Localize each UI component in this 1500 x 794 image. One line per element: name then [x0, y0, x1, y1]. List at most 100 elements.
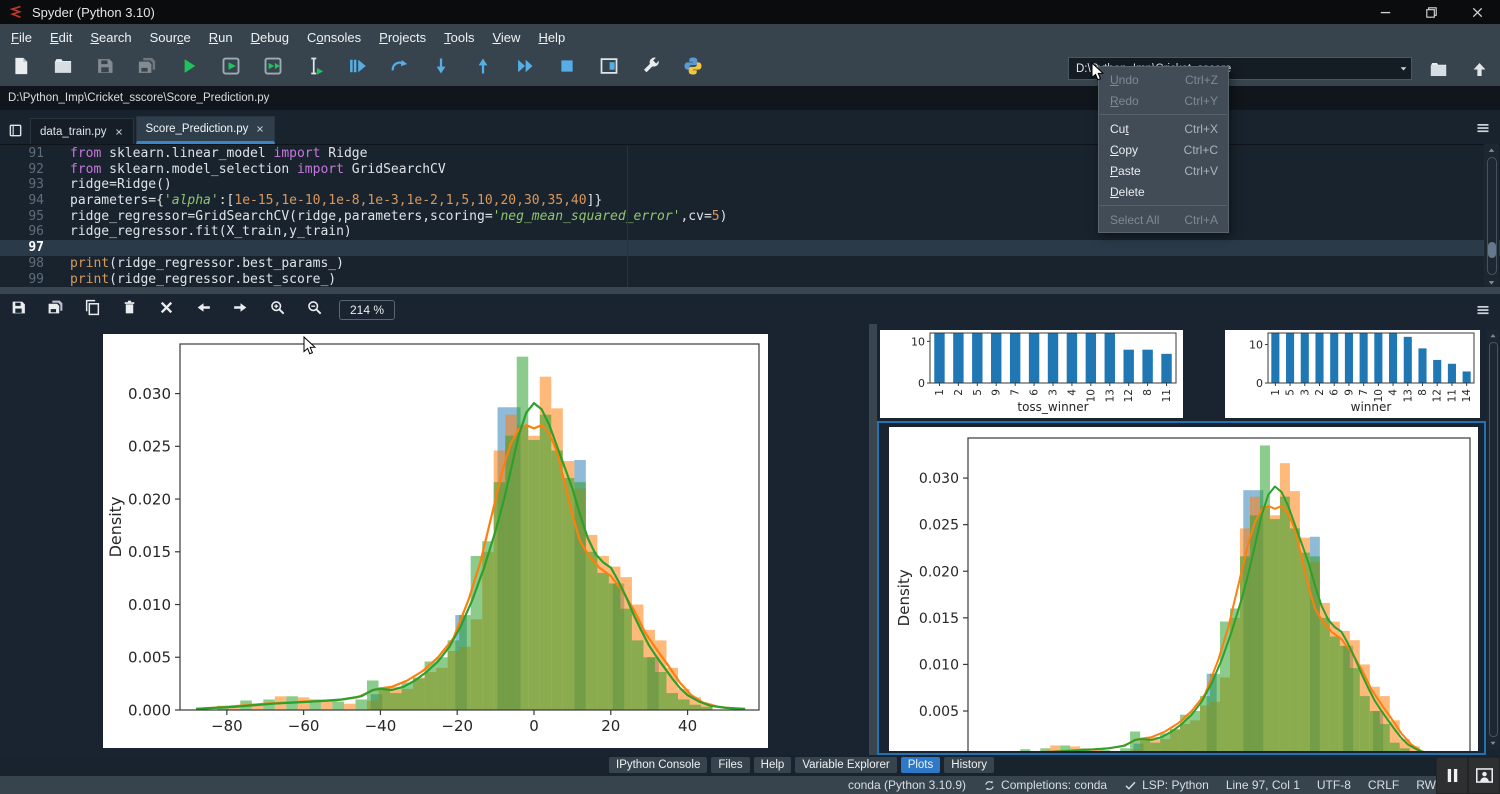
- scroll-up-icon[interactable]: [1487, 331, 1499, 341]
- context-menu-item-copy[interactable]: CopyCtrl+C: [1099, 139, 1228, 160]
- menu-run[interactable]: Run: [200, 26, 242, 49]
- zoom-in-button[interactable]: [259, 297, 296, 323]
- context-menu-item-undo[interactable]: UndoCtrl+Z: [1099, 69, 1228, 90]
- save-plot-button[interactable]: [0, 297, 37, 323]
- stop-button[interactable]: [546, 52, 588, 84]
- run-cell-advance-button[interactable]: [252, 52, 294, 84]
- line-number: 97: [0, 240, 58, 256]
- close-icon[interactable]: [255, 124, 265, 134]
- go-to-parent-directory-button[interactable]: [1465, 56, 1493, 82]
- code-line-92[interactable]: 92from sklearn.model_selection import Gr…: [0, 162, 1500, 178]
- code-line-97[interactable]: 97: [0, 240, 1500, 256]
- svg-text:winner: winner: [1351, 400, 1392, 414]
- bottom-tab-history[interactable]: History: [944, 757, 994, 773]
- code-editor[interactable]: 91from sklearn.linear_model import Ridge…: [0, 146, 1500, 287]
- context-menu-item-redo[interactable]: RedoCtrl+Y: [1099, 90, 1228, 111]
- code-line-91[interactable]: 91from sklearn.linear_model import Ridge: [0, 146, 1500, 162]
- menu-help[interactable]: Help: [529, 26, 574, 49]
- svg-text:0: 0: [529, 717, 539, 735]
- scrollbar-thumb[interactable]: [1488, 242, 1496, 258]
- bottom-tab-files[interactable]: Files: [711, 757, 749, 773]
- code-line-96[interactable]: 96ridge_regressor.fit(X_train,y_train): [0, 224, 1500, 240]
- thumbnails-scrollbar[interactable]: [1487, 330, 1499, 749]
- context-menu-item-cut[interactable]: CutCtrl+X: [1099, 118, 1228, 139]
- svg-text:8: 8: [1417, 389, 1429, 396]
- code-line-94[interactable]: 94parameters={'alpha':[1e-15,1e-10,1e-8,…: [0, 193, 1500, 209]
- save-button[interactable]: [84, 52, 126, 84]
- run-selection-button[interactable]: [294, 52, 336, 84]
- vertical-splitter[interactable]: [869, 324, 877, 757]
- winner-bar-chart: 0101532697104138121114winner: [1225, 330, 1480, 418]
- menu-projects[interactable]: Projects: [370, 26, 435, 49]
- horizontal-splitter[interactable]: [0, 287, 1500, 294]
- code-text: ridge=Ridge(): [58, 177, 172, 193]
- preferences-button[interactable]: [630, 52, 672, 84]
- maximize-pane-button[interactable]: [588, 52, 630, 84]
- close-icon[interactable]: [114, 127, 124, 137]
- plots-toolbar: 214 %: [0, 296, 1500, 324]
- editor-tab-score_prediction-py[interactable]: Score_Prediction.py: [136, 116, 276, 144]
- editor-tab-data_train-py[interactable]: data_train.py: [30, 118, 134, 144]
- code-line-99[interactable]: 99print(ridge_regressor.best_score_): [0, 272, 1500, 288]
- maximize-button[interactable]: [1408, 0, 1454, 24]
- minimize-button[interactable]: [1362, 0, 1408, 24]
- bottom-tab-variable-explorer[interactable]: Variable Explorer: [795, 757, 896, 773]
- scroll-up-icon[interactable]: [1485, 145, 1498, 156]
- menu-tools[interactable]: Tools: [435, 26, 483, 49]
- plot-thumbnail-toss-winner[interactable]: 01012597634101312811toss_winner: [880, 330, 1183, 418]
- context-menu-item-select-all[interactable]: Select AllCtrl+A: [1099, 209, 1228, 230]
- menu-debug[interactable]: Debug: [242, 26, 298, 49]
- chevron-down-icon[interactable]: [1395, 62, 1411, 75]
- next-plot-button[interactable]: [222, 297, 259, 323]
- run-cell-button[interactable]: [210, 52, 252, 84]
- open-file-button[interactable]: [42, 52, 84, 84]
- svg-text:10: 10: [1249, 339, 1263, 352]
- screenshot-button[interactable]: [1469, 758, 1499, 793]
- remove-plot-button[interactable]: [111, 297, 148, 323]
- menu-consoles[interactable]: Consoles: [298, 26, 370, 49]
- menu-view[interactable]: View: [483, 26, 529, 49]
- step-into-button[interactable]: [420, 52, 462, 84]
- browse-working-directory-button[interactable]: [1424, 56, 1452, 82]
- context-menu-item-paste[interactable]: PasteCtrl+V: [1099, 160, 1228, 181]
- bottom-tab-help[interactable]: Help: [754, 757, 792, 773]
- debug-button[interactable]: [336, 52, 378, 84]
- new-file-button[interactable]: [0, 52, 42, 84]
- browse-tabs-button[interactable]: [0, 117, 30, 143]
- svg-text:0.015: 0.015: [128, 543, 171, 561]
- zoom-out-button[interactable]: [296, 297, 333, 323]
- bottom-tab-ipython-console[interactable]: IPython Console: [609, 757, 707, 773]
- debug-icon: [347, 56, 367, 81]
- plots-options-menu-button[interactable]: [1472, 301, 1494, 319]
- save-all-button[interactable]: [126, 52, 168, 84]
- code-line-95[interactable]: 95ridge_regressor=GridSearchCV(ridge,par…: [0, 209, 1500, 225]
- completions-icon: [983, 779, 996, 792]
- scroll-down-icon[interactable]: [1487, 738, 1499, 748]
- menu-file[interactable]: File: [2, 26, 41, 49]
- svg-text:2: 2: [1314, 389, 1326, 396]
- bottom-tab-plots[interactable]: Plots: [901, 757, 941, 773]
- code-line-98[interactable]: 98print(ridge_regressor.best_params_): [0, 256, 1500, 272]
- context-menu-item-delete[interactable]: Delete: [1099, 181, 1228, 202]
- svg-text:0.025: 0.025: [128, 438, 171, 456]
- copy-plot-button[interactable]: [74, 297, 111, 323]
- close-button[interactable]: [1454, 0, 1500, 24]
- menu-edit[interactable]: Edit: [41, 26, 81, 49]
- continue-button[interactable]: [504, 52, 546, 84]
- remove-all-plots-button[interactable]: [148, 297, 185, 323]
- plot-thumbnail-density-selected[interactable]: 0.0050.0100.0150.0200.0250.030Density: [877, 421, 1486, 755]
- run-button[interactable]: [168, 52, 210, 84]
- previous-plot-button[interactable]: [185, 297, 222, 323]
- step-out-button[interactable]: [462, 52, 504, 84]
- pause-button[interactable]: [1437, 758, 1467, 793]
- plot-thumbnail-winner[interactable]: 0101532697104138121114winner: [1225, 330, 1480, 418]
- code-line-93[interactable]: 93ridge=Ridge(): [0, 177, 1500, 193]
- line-number: 99: [0, 272, 58, 288]
- python-env-button[interactable]: [672, 52, 714, 84]
- save-all-plots-button[interactable]: [37, 297, 74, 323]
- step-over-button[interactable]: [378, 52, 420, 84]
- menu-search[interactable]: Search: [81, 26, 140, 49]
- menu-source[interactable]: Source: [141, 26, 200, 49]
- editor-options-menu-button[interactable]: [1472, 119, 1494, 137]
- editor-scrollbar[interactable]: [1484, 144, 1499, 289]
